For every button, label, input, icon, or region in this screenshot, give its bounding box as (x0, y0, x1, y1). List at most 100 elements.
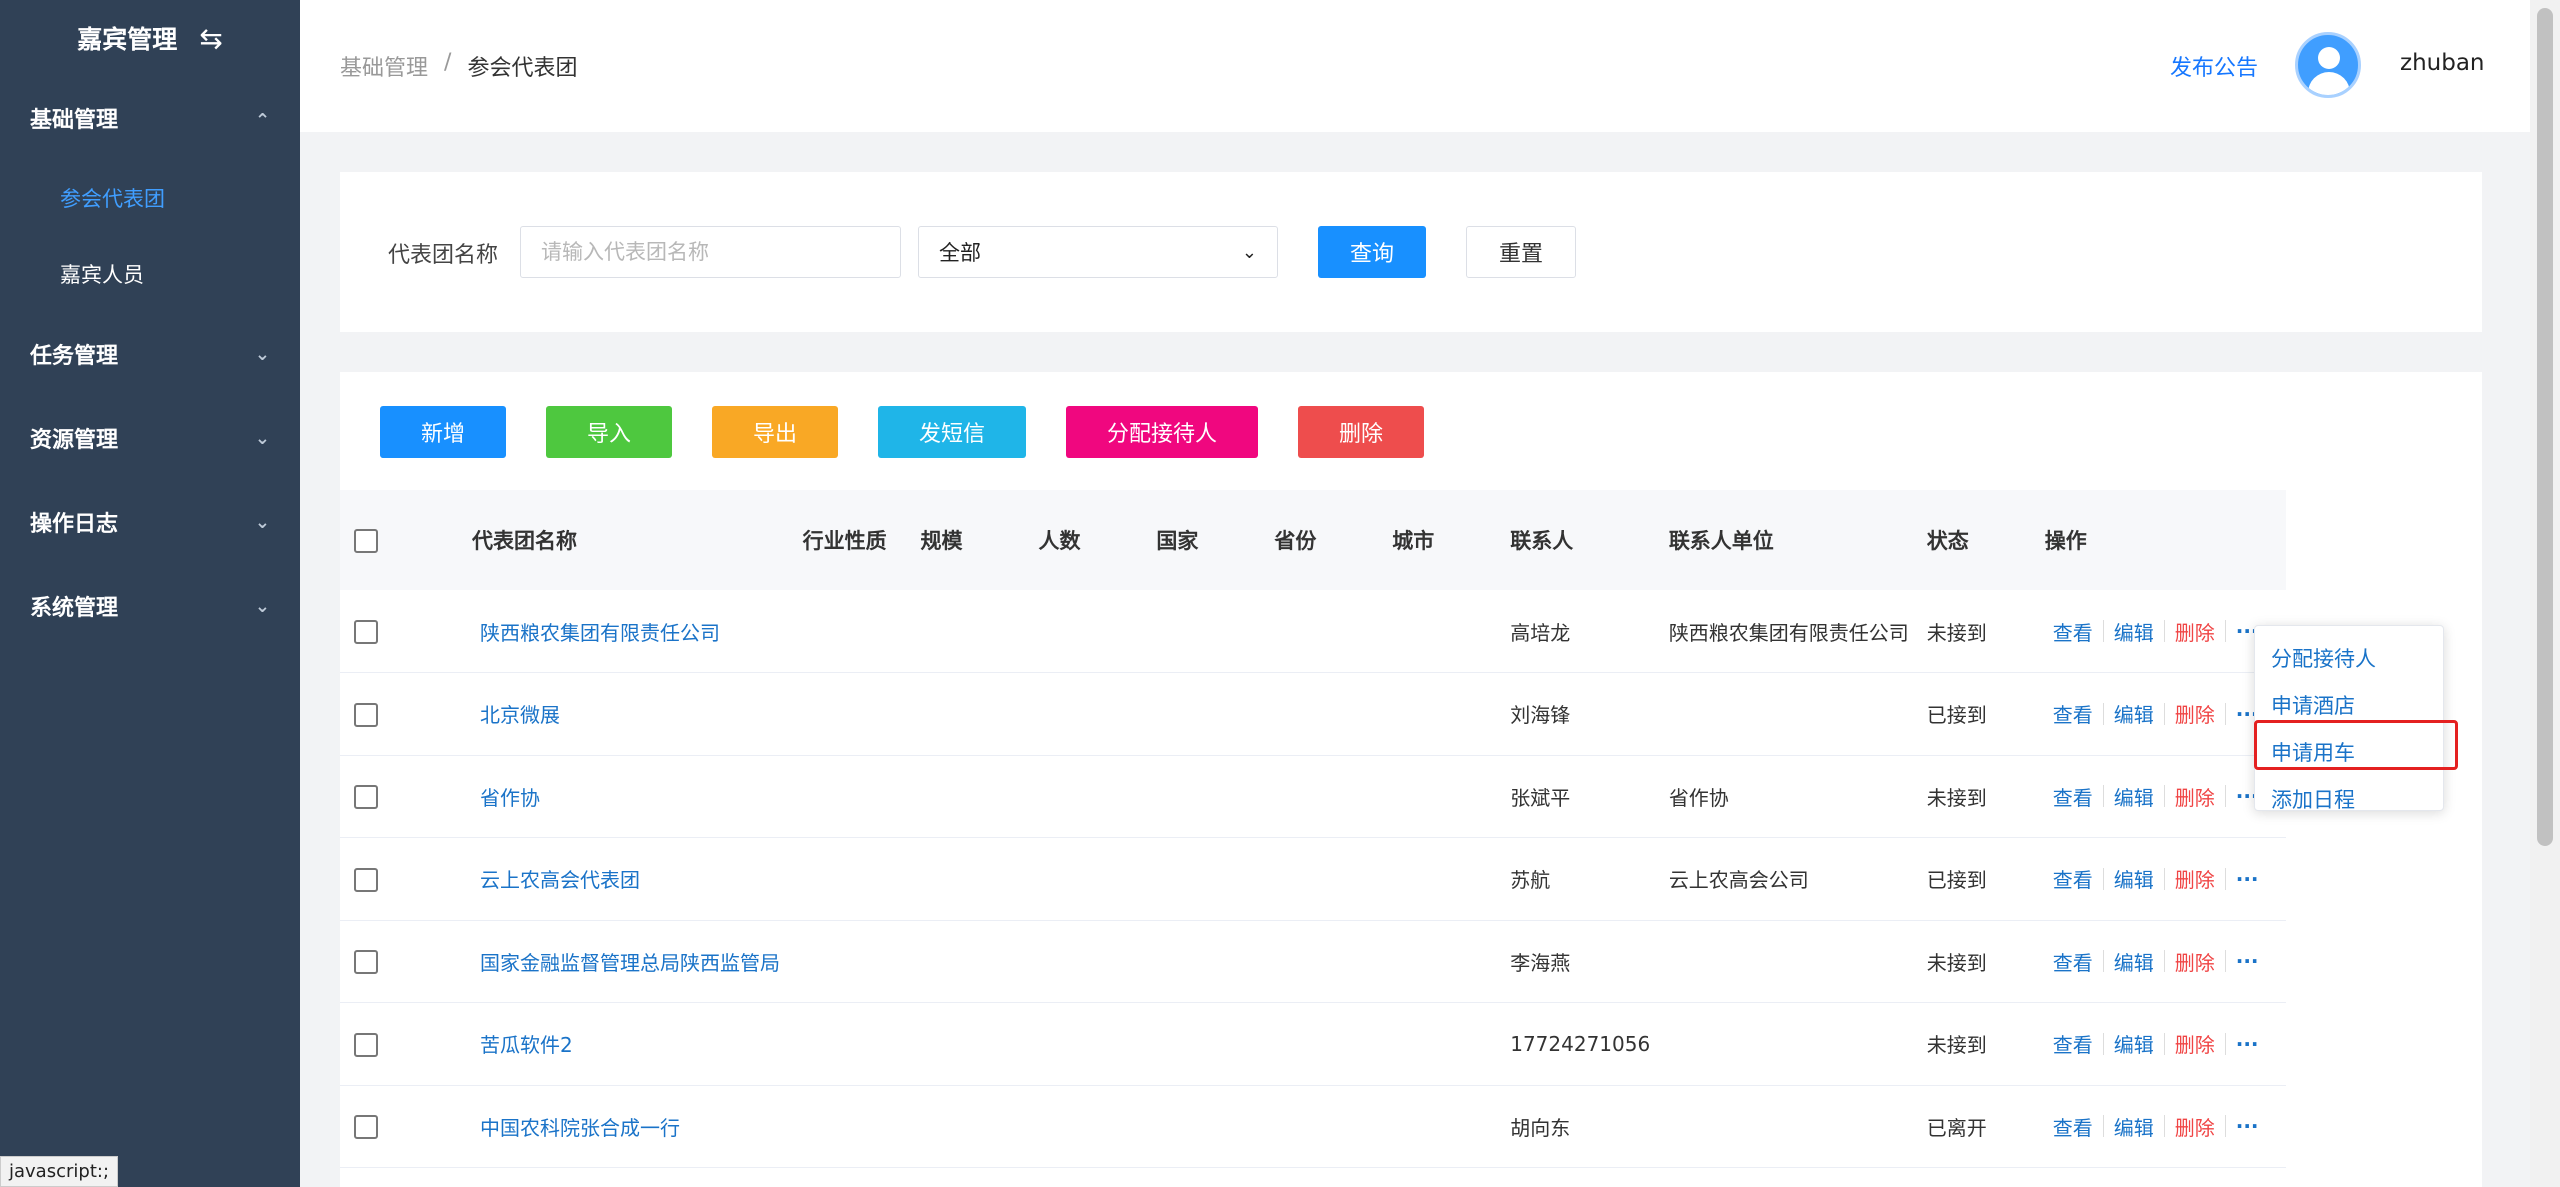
delegation-name-link[interactable]: 苦瓜软件2 (472, 1003, 803, 1086)
delete-button[interactable]: 删除 (1298, 406, 1424, 458)
add-button[interactable]: 新增 (380, 406, 506, 458)
collapse-toggle-icon[interactable]: ⇆ (199, 22, 222, 55)
menu-tasks[interactable]: 任务管理 ⌄ (0, 312, 300, 396)
industry-cell (803, 1003, 921, 1086)
dropdown-apply-vehicle[interactable]: 申请用车 (2255, 728, 2443, 775)
search-label: 代表团名称 (388, 243, 499, 268)
header: 基础管理 / 参会代表团 发布公告 zhuban (300, 0, 2530, 132)
people-cell (1038, 590, 1156, 673)
send-sms-button[interactable]: 发短信 (878, 406, 1026, 458)
country-cell (1156, 920, 1274, 1003)
delegation-name-link[interactable]: 北京微展 (472, 673, 803, 756)
dropdown-add-schedule[interactable]: 添加日程 (2255, 775, 2443, 822)
more-actions-icon[interactable]: ··· (2236, 949, 2259, 973)
province-cell (1274, 590, 1392, 673)
row-checkbox[interactable] (354, 619, 378, 644)
delegation-name-link[interactable]: 国家金融监督管理总局陕西监管局 (472, 920, 803, 1003)
avatar[interactable] (2295, 32, 2361, 98)
delegation-name-link[interactable]: 陕西粮农集团有限责任公司 (472, 590, 803, 673)
contact-unit-cell (1669, 673, 1927, 756)
query-button[interactable]: 查询 (1318, 226, 1426, 278)
menu-system[interactable]: 系统管理 ⌄ (0, 564, 300, 648)
actions-cell: 查看 编辑 删除 ··· (2045, 590, 2286, 673)
delete-link[interactable]: 删除 (2175, 947, 2215, 976)
menu-basic-label: 基础管理 (30, 108, 119, 133)
delete-link[interactable]: 删除 (2175, 1029, 2215, 1058)
menu-basic[interactable]: 基础管理 ⌄ (0, 76, 300, 160)
status-cell: 未接到 (1926, 1033, 1987, 1058)
row-checkbox[interactable] (354, 1115, 378, 1139)
delete-link[interactable]: 删除 (2175, 782, 2215, 811)
edit-link[interactable]: 编辑 (2114, 617, 2154, 646)
contact-cell: 李海燕 (1510, 950, 1571, 975)
more-actions-icon[interactable]: ··· (2236, 1114, 2259, 1138)
reset-button[interactable]: 重置 (1466, 226, 1576, 278)
province-cell (1274, 920, 1392, 1003)
browser-status-bar: javascript:; (0, 1156, 119, 1187)
submenu-delegations[interactable]: 参会代表团 (0, 160, 300, 236)
breadcrumb-parent[interactable]: 基础管理 (340, 50, 428, 82)
delegation-name-link[interactable]: 云上农高会代表团 (472, 838, 803, 921)
delete-link[interactable]: 删除 (2175, 617, 2215, 646)
import-button[interactable]: 导入 (546, 406, 672, 458)
username[interactable]: zhuban (2400, 50, 2485, 76)
brand-title: 嘉宾管理 (77, 25, 178, 54)
more-actions-icon[interactable]: ··· (2236, 867, 2259, 891)
edit-link[interactable]: 编辑 (2114, 864, 2154, 893)
row-checkbox[interactable] (354, 867, 378, 892)
sidebar: 嘉宾管理 ⇆ 基础管理 ⌄ 参会代表团 嘉宾人员 任务管理 ⌄ 资源管理 ⌄ 操… (0, 0, 300, 1187)
edit-link[interactable]: 编辑 (2114, 1112, 2154, 1141)
view-link[interactable]: 查看 (2053, 947, 2093, 976)
delete-link[interactable]: 删除 (2175, 699, 2215, 728)
menu-logs[interactable]: 操作日志 ⌄ (0, 480, 300, 564)
chevron-down-icon: ⌄ (254, 343, 270, 365)
dropdown-apply-hotel[interactable]: 申请酒店 (2255, 681, 2443, 728)
status-cell: 未接到 (1926, 620, 1987, 645)
search-card: 代表团名称 全部 ⌄ 查询 重置 (340, 172, 2482, 332)
breadcrumb-separator: / (444, 50, 452, 75)
row-select-cell (340, 590, 472, 673)
view-link[interactable]: 查看 (2053, 864, 2093, 893)
dropdown-assign-receptionist[interactable]: 分配接待人 (2255, 634, 2443, 681)
edit-link[interactable]: 编辑 (2114, 699, 2154, 728)
people-cell (1038, 920, 1156, 1003)
edit-link[interactable]: 编辑 (2114, 782, 2154, 811)
delegation-name-input[interactable] (520, 226, 901, 278)
view-link[interactable]: 查看 (2053, 1112, 2093, 1141)
contact-unit-cell (1669, 1085, 1927, 1168)
select-all-checkbox[interactable] (354, 528, 378, 553)
delete-link[interactable]: 删除 (2175, 1112, 2215, 1141)
view-link[interactable]: 查看 (2053, 699, 2093, 728)
table-row: 北京微展 刘海锋 已接到 查看 编辑 删除 ··· (340, 673, 2286, 756)
edit-link[interactable]: 编辑 (2114, 1029, 2154, 1058)
view-link[interactable]: 查看 (2053, 617, 2093, 646)
delegation-name-link[interactable]: 省作协 (472, 755, 803, 838)
row-checkbox[interactable] (354, 785, 378, 809)
contact-cell: 苏航 (1510, 868, 1551, 893)
divider (2102, 620, 2104, 642)
row-checkbox[interactable] (354, 1032, 378, 1057)
row-checkbox[interactable] (354, 702, 378, 727)
menu-resources[interactable]: 资源管理 ⌄ (0, 396, 300, 480)
submenu-guests[interactable]: 嘉宾人员 (0, 236, 300, 312)
publish-announcement-link[interactable]: 发布公告 (2170, 50, 2258, 82)
more-actions-icon[interactable]: ··· (2236, 1032, 2259, 1056)
header-name: 代表团名称 (472, 529, 577, 553)
scale-cell (921, 590, 1039, 673)
row-select-cell (340, 838, 472, 921)
delegation-name-link[interactable]: 中国农科院张合成一行 (472, 1085, 803, 1168)
divider (2224, 1032, 2226, 1055)
row-checkbox[interactable] (354, 950, 378, 974)
status-cell: 未接到 (1926, 785, 1987, 810)
assign-receptionist-button[interactable]: 分配接待人 (1066, 406, 1258, 458)
status-select[interactable]: 全部 ⌄ (918, 226, 1278, 278)
view-link[interactable]: 查看 (2053, 782, 2093, 811)
scrollbar-thumb[interactable] (2537, 8, 2553, 846)
view-link[interactable]: 查看 (2053, 1029, 2093, 1058)
edit-link[interactable]: 编辑 (2114, 947, 2154, 976)
export-button[interactable]: 导出 (712, 406, 838, 458)
country-cell (1156, 673, 1274, 756)
delete-link[interactable]: 删除 (2175, 864, 2215, 893)
contact-unit-cell: 云上农高会公司 (1668, 868, 1809, 893)
contact-unit-cell: 陕西粮农集团有限责任公司 (1668, 620, 1909, 645)
